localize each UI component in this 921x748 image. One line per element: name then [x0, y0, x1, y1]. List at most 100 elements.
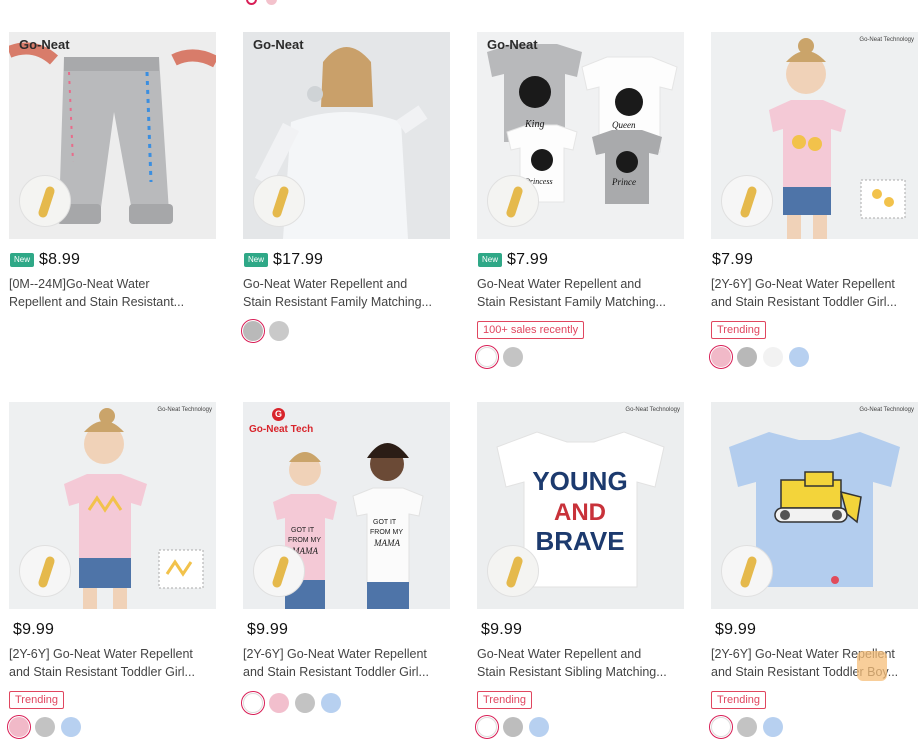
product-title[interactable]: [2Y-6Y] Go-Neat Water Repellent and Stai… — [243, 645, 450, 681]
color-swatch[interactable] — [475, 715, 499, 739]
color-swatch[interactable] — [737, 717, 757, 737]
color-swatch[interactable] — [475, 345, 499, 369]
color-swatch[interactable] — [61, 717, 81, 737]
title-line[interactable]: [2Y-6Y] Go-Neat Water Repellent — [711, 275, 918, 293]
product-card[interactable]: GOT IT FROM MY MAMA GOT IT FROM MY MAMA … — [241, 402, 450, 715]
product-card[interactable]: Go-Neat Technology $9.99 [2Y-6Y] Go-Neat… — [709, 402, 918, 739]
color-swatch[interactable] — [763, 717, 783, 737]
brand-logo-icon: G — [272, 408, 285, 421]
new-badge: New — [244, 253, 269, 267]
stain-resist-inset — [19, 545, 71, 597]
product-card[interactable]: Go-Neat Technology $9.99 [2Y-6Y] Go-Neat… — [7, 402, 216, 739]
title-line[interactable]: [2Y-6Y] Go-Neat Water Repellent — [9, 645, 216, 663]
color-swatch[interactable] — [503, 717, 523, 737]
price: $9.99 — [715, 621, 757, 638]
color-swatch[interactable] — [737, 347, 757, 367]
color-swatch[interactable] — [709, 715, 733, 739]
product-card[interactable]: Go-Neat Technology $7.99 [2Y-6Y] Go-Neat… — [709, 32, 918, 369]
title-line[interactable]: Stain Resistant Sibling Matching... — [477, 663, 684, 681]
brand-logo: Go-Neat Technology — [157, 407, 212, 413]
color-swatch[interactable] — [241, 691, 265, 715]
price: $9.99 — [247, 621, 289, 638]
brand-logo: Go-Neat — [487, 37, 538, 52]
color-swatch[interactable] — [529, 717, 549, 737]
product-title[interactable]: [2Y-6Y] Go-Neat Water Repellent and Stai… — [711, 275, 918, 311]
swatch-selected[interactable] — [246, 0, 257, 5]
new-badge: New — [478, 253, 503, 267]
product-card[interactable]: King Queen Princess Prince Go-Neat New $… — [475, 32, 684, 369]
color-swatch[interactable] — [321, 693, 341, 713]
title-line[interactable]: Go-Neat Water Repellent and — [243, 275, 450, 293]
brand-logo: Go-Neat Technology — [625, 407, 680, 413]
price: $9.99 — [13, 621, 55, 638]
color-options — [475, 715, 684, 739]
price: $9.99 — [481, 621, 523, 638]
trending-badge: Trending — [9, 691, 65, 709]
shirt-text-mama: MAMA — [373, 538, 400, 548]
color-swatch[interactable] — [241, 319, 265, 343]
title-line[interactable]: [2Y-6Y] Go-Neat Water Repellent — [243, 645, 450, 663]
product-image[interactable]: Go-Neat Technology — [711, 32, 918, 239]
brand-logo: Go-Neat Technology — [859, 407, 914, 413]
product-card[interactable]: YOUNG AND BRAVE Go-Neat Technology $9.99… — [475, 402, 684, 739]
product-card[interactable]: Go-Neat New $8.99 [0M--24M]Go-Neat Water… — [9, 32, 216, 311]
color-swatch[interactable] — [269, 693, 289, 713]
top-color-swatches — [246, 0, 286, 5]
trending-badge: Trending — [711, 691, 767, 709]
color-swatch[interactable] — [709, 345, 733, 369]
color-options — [709, 345, 918, 369]
title-line[interactable]: and Stain Resistant Toddler Girl... — [243, 663, 450, 681]
color-swatch[interactable] — [7, 715, 31, 739]
title-line[interactable]: Go-Neat Water Repellent and — [477, 645, 684, 663]
shirt-text-from-my: FROM MY — [370, 529, 403, 536]
product-title[interactable]: [2Y-6Y] Go-Neat Water Repellent and Stai… — [9, 645, 216, 681]
brand-logo: Go-Neat Technology — [859, 37, 914, 43]
product-title[interactable]: [0M--24M]Go-Neat Water Repellent and Sta… — [9, 275, 216, 311]
stain-resist-inset — [487, 175, 539, 227]
color-swatch[interactable] — [763, 347, 783, 367]
brand-logo: Go-Neat Tech — [249, 424, 314, 435]
product-image[interactable]: GOT IT FROM MY MAMA GOT IT FROM MY MAMA … — [243, 402, 450, 609]
product-card[interactable]: Go-Neat New $17.99 Go-Neat Water Repelle… — [241, 32, 450, 343]
shirt-text-prince: Prince — [611, 177, 636, 187]
price: $8.99 — [39, 251, 81, 268]
shirt-text-brave: BRAVE — [535, 526, 624, 556]
title-line[interactable]: [0M--24M]Go-Neat Water — [9, 275, 216, 293]
shirt-text-and: AND — [554, 499, 606, 526]
color-swatch[interactable] — [269, 321, 289, 341]
color-options — [241, 319, 450, 343]
product-image[interactable]: King Queen Princess Prince Go-Neat — [477, 32, 684, 239]
product-title[interactable]: Go-Neat Water Repellent and Stain Resist… — [477, 645, 684, 681]
product-image[interactable]: Go-Neat — [243, 32, 450, 239]
price: $7.99 — [507, 251, 549, 268]
swatch-pink[interactable] — [266, 0, 277, 5]
product-image[interactable]: Go-Neat Technology — [9, 402, 216, 609]
shirt-text-young: YOUNG — [532, 466, 627, 496]
stain-resist-inset — [487, 545, 539, 597]
color-swatch[interactable] — [789, 347, 809, 367]
title-line[interactable]: Stain Resistant Family Matching... — [477, 293, 684, 311]
color-swatch[interactable] — [503, 347, 523, 367]
title-line[interactable]: and Stain Resistant Toddler Girl... — [711, 293, 918, 311]
color-options — [475, 345, 684, 369]
color-swatch[interactable] — [295, 693, 315, 713]
product-title[interactable]: Go-Neat Water Repellent and Stain Resist… — [477, 275, 684, 311]
price: $7.99 — [712, 251, 754, 268]
shirt-text-queen: Queen — [612, 120, 636, 130]
product-image[interactable]: YOUNG AND BRAVE Go-Neat Technology — [477, 402, 684, 609]
brand-logo: Go-Neat — [19, 37, 70, 52]
title-line[interactable]: Go-Neat Water Repellent and — [477, 275, 684, 293]
product-title[interactable]: Go-Neat Water Repellent and Stain Resist… — [243, 275, 450, 311]
title-line[interactable]: Repellent and Stain Resistant... — [9, 293, 216, 311]
title-line[interactable]: and Stain Resistant Toddler Girl... — [9, 663, 216, 681]
shirt-text-king: King — [524, 119, 544, 130]
product-title[interactable]: [2Y-6Y] Go-Neat Water Repellent and Stai… — [711, 645, 918, 681]
product-image[interactable]: Go-Neat — [9, 32, 216, 239]
floating-helper-icon[interactable] — [857, 651, 887, 681]
stain-resist-inset — [253, 545, 305, 597]
trending-badge: Trending — [711, 321, 767, 339]
product-image[interactable]: Go-Neat Technology — [711, 402, 918, 609]
color-swatch[interactable] — [35, 717, 55, 737]
title-line[interactable]: Stain Resistant Family Matching... — [243, 293, 450, 311]
color-options — [709, 715, 918, 739]
